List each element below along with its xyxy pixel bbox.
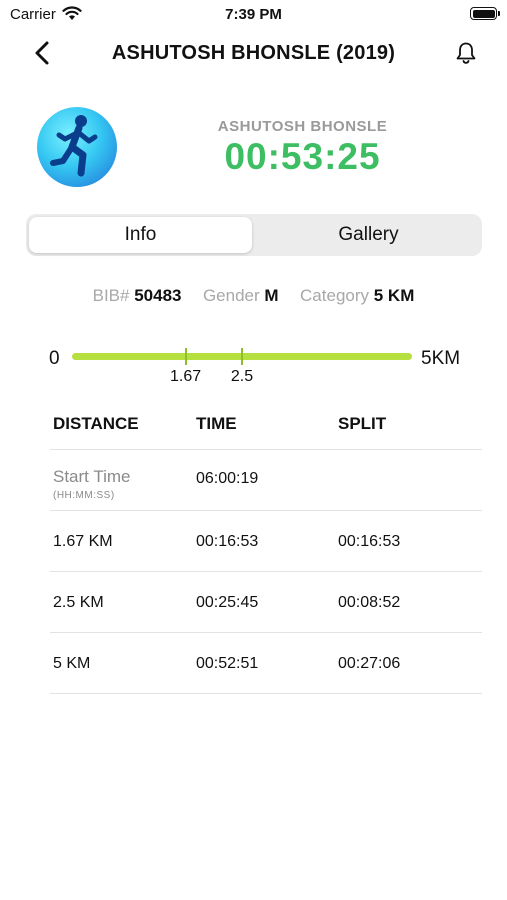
header-split: SPLIT: [338, 414, 387, 433]
table-header: DISTANCE TIME SPLIT: [50, 404, 482, 450]
gender-value: M: [264, 286, 279, 305]
splits-table: DISTANCE TIME SPLIT Start Time (HH:MM:SS…: [50, 404, 482, 694]
row-split: 00:27:06: [338, 655, 401, 672]
start-time-format: (HH:MM:SS): [53, 490, 115, 501]
finish-time: 00:53:25: [224, 136, 381, 177]
row-distance: 1.67 KM: [53, 533, 113, 550]
row-time: 00:52:51: [196, 655, 259, 672]
checkpoint-tick: [184, 348, 187, 365]
tab-control: Info Gallery: [26, 214, 482, 256]
status-time: 7:39 PM: [225, 6, 282, 23]
nav-bar: ASHUTOSH BHONSLE (2019): [0, 30, 507, 76]
row-distance: 2.5 KM: [53, 594, 104, 611]
start-time-row: Start Time (HH:MM:SS) 06:00:19: [50, 450, 482, 511]
gender-label: Gender: [202, 286, 260, 305]
table-row: 5 KM 00:52:51 00:27:06: [50, 633, 482, 694]
checkpoint-tick: [241, 348, 243, 365]
progress-end-label: 5KM: [421, 348, 461, 369]
start-time-value: 06:00:19: [196, 470, 259, 487]
category-value: 5 KM: [373, 286, 415, 305]
row-split: 00:08:52: [338, 594, 401, 611]
tab-gallery[interactable]: Gallery: [258, 217, 479, 253]
progress-track: [72, 348, 412, 365]
bell-icon[interactable]: [453, 40, 479, 66]
status-bar: Carrier 7:39 PM: [0, 0, 507, 28]
bib-details: BIB# 50483 Gender M Category 5 KM: [0, 286, 507, 306]
header-distance: DISTANCE: [53, 414, 139, 433]
checkpoint-label: 1.67: [169, 368, 202, 385]
row-distance: 5 KM: [53, 655, 91, 672]
runner-name: ASHUTOSH BHONSLE: [217, 118, 388, 135]
row-time: 00:25:45: [196, 594, 259, 611]
bib-label: BIB#: [92, 286, 130, 305]
page-title: ASHUTOSH BHONSLE (2019): [111, 42, 396, 64]
header-time: TIME: [196, 414, 237, 433]
avatar: [37, 107, 117, 187]
row-split: 00:16:53: [338, 533, 401, 550]
progress-start-label: 0: [49, 348, 60, 369]
row-time: 00:16:53: [196, 533, 259, 550]
table-row: 2.5 KM 00:25:45 00:08:52: [50, 572, 482, 633]
table-row: 1.67 KM 00:16:53 00:16:53: [50, 511, 482, 572]
tab-info[interactable]: Info: [29, 217, 252, 253]
category-label: Category: [300, 286, 370, 305]
battery-icon: [470, 7, 500, 20]
runner-icon: [50, 115, 98, 177]
start-time-label: Start Time: [53, 467, 131, 486]
bib-value: 50483: [134, 286, 182, 305]
checkpoint-label: 2.5: [230, 368, 254, 385]
